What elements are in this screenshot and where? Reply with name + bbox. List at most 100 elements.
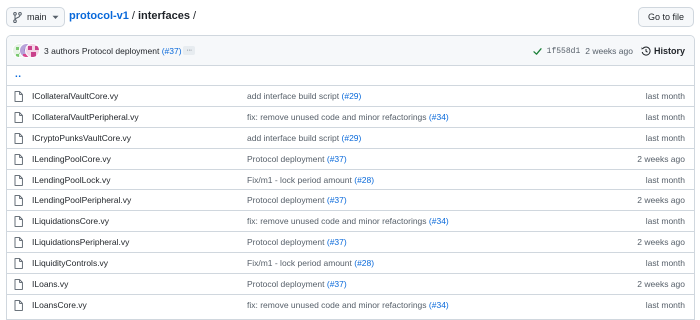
breadcrumb-separator: / [192,10,197,22]
file-browser: 3 authors Protocol deployment (#37) ··· … [6,35,695,320]
file-name-link[interactable]: ILoans.vy [32,279,68,289]
file-commit-message-link[interactable]: Protocol deployment [247,279,325,289]
table-row[interactable]: ILiquidationsCore.vy fix: remove unused c… [7,211,694,233]
file-commit-pr-link[interactable]: (#37) [327,154,347,164]
file-commit-message-link[interactable]: fix: remove unused code and minor refact… [247,216,427,226]
breadcrumb-current-dir: interfaces [137,10,190,22]
commit-time: 2 weeks ago [585,46,633,56]
file-commit-time: last month [645,91,685,101]
file-icon [14,237,23,249]
file-commit-message-link[interactable]: add interface build script [247,133,339,143]
avatar [25,43,40,58]
commit-authors[interactable]: 3 authors [44,46,79,56]
file-commit-message: Protocol deployment (#37) [247,195,347,205]
file-name-link[interactable]: ILoansCore.vy [32,300,87,310]
file-commit-time: 2 weeks ago [637,279,685,290]
file-icon [14,258,23,269]
expand-commit-button[interactable]: ··· [183,46,195,55]
file-commit-pr-link[interactable]: (#34) [429,112,449,122]
file-commit-time: last month [645,216,685,227]
latest-commit-summary: 3 authors Protocol deployment (#37) [44,46,182,56]
commit-pr-link[interactable]: (#37) [162,46,182,56]
repo-toolbar: main protocol-v1 / interfaces / Go to fi… [0,0,700,34]
file-icon [14,132,23,144]
parent-directory-link[interactable]: .. [15,69,22,80]
file-name-link[interactable]: ILiquidationsPeripheral.vy [32,237,129,247]
file-commit-message-link[interactable]: Fix/m1 - lock period amount [247,175,352,185]
file-commit-message-link[interactable]: Protocol deployment [247,154,325,164]
check-icon[interactable] [532,47,542,56]
file-name-link[interactable]: ILiquidationsCore.vy [32,216,109,226]
file-commit-message-link[interactable]: Protocol deployment [247,237,325,247]
table-row[interactable]: ILiquidityControls.vy Fix/m1 - lock perio… [7,253,694,275]
file-commit-message: Protocol deployment (#37) [247,237,347,247]
file-commit-pr-link[interactable]: (#28) [354,175,374,185]
file-commit-message: Fix/m1 - lock period amount (#28) [247,175,374,185]
file-commit-time: last month [645,132,685,143]
file-commit-message-link[interactable]: fix: remove unused code and minor refact… [247,112,427,122]
file-commit-message: add interface build script (#29) [247,133,361,143]
file-commit-message-link[interactable]: Fix/m1 - lock period amount [247,258,352,268]
table-row[interactable]: ILiquidationsPeripheral.vy Protocol deplo… [7,232,694,254]
file-commit-pr-link[interactable]: (#34) [429,300,449,310]
history-clock-icon [641,46,651,56]
branch-selector-button[interactable]: main [6,7,65,27]
file-commit-message: Protocol deployment (#37) [247,279,347,289]
branch-name: main [27,12,47,22]
file-commit-time: last month [645,299,685,310]
commit-message[interactable]: Protocol deployment [82,46,160,56]
file-icon [14,174,23,186]
table-row[interactable]: ILoansCore.vy fix: remove unused code and… [7,295,694,316]
file-commit-time: 2 weeks ago [637,153,685,164]
file-commit-pr-link[interactable]: (#34) [429,216,449,226]
file-commit-time: 2 weeks ago [637,195,685,206]
table-row[interactable]: ILoans.vy Protocol deployment (#37) 2 week… [7,274,694,295]
file-icon [14,300,23,311]
author-avatars[interactable] [12,43,40,59]
history-link[interactable]: History [641,46,685,56]
file-name-link[interactable]: ICollateralVaultPeripheral.vy [32,112,139,122]
file-commit-time: last month [645,174,685,185]
breadcrumb-repo-link[interactable]: protocol-v1 [69,10,129,22]
file-list: ICollateralVaultCore.vy add interface bui… [7,86,694,316]
file-name-link[interactable]: ILendingPoolCore.vy [32,154,111,164]
file-commit-message-link[interactable]: Protocol deployment [247,195,325,205]
parent-directory-row[interactable]: .. [7,66,694,86]
file-commit-message: fix: remove unused code and minor refact… [247,216,449,226]
file-icon [14,91,23,102]
file-commit-message: Protocol deployment (#37) [247,154,347,164]
file-name-link[interactable]: ICryptoPunksVaultCore.vy [32,133,131,143]
commit-meta: 1f558d1 2 weeks ago History [532,36,694,66]
file-commit-pr-link[interactable]: (#37) [327,195,347,205]
breadcrumb: protocol-v1 / interfaces / [69,10,199,22]
file-icon [14,112,23,123]
file-commit-message: fix: remove unused code and minor refact… [247,112,449,122]
file-commit-pr-link[interactable]: (#37) [327,279,347,289]
file-commit-message-link[interactable]: add interface build script [247,91,339,101]
table-row[interactable]: ICollateralVaultPeripheral.vy fix: remove… [7,107,694,128]
file-commit-pr-link[interactable]: (#28) [354,258,374,268]
file-commit-message-link[interactable]: fix: remove unused code and minor refact… [247,300,427,310]
file-commit-pr-link[interactable]: (#37) [327,237,347,247]
table-row[interactable]: ICryptoPunksVaultCore.vy add interface bu… [7,128,694,149]
commit-sha-link[interactable]: 1f558d1 [547,47,581,56]
file-name-link[interactable]: ILiquidityControls.vy [32,258,108,268]
table-row[interactable]: ILendingPoolPeripheral.vy Protocol deploy… [7,190,694,212]
table-row[interactable]: ILendingPoolLock.vy Fix/m1 - lock period … [7,170,694,191]
file-name-link[interactable]: ILendingPoolLock.vy [32,175,110,185]
file-icon [14,216,23,228]
file-commit-message: add interface build script (#29) [247,91,361,101]
file-commit-pr-link[interactable]: (#29) [342,133,362,143]
file-commit-time: last month [645,258,685,269]
table-row[interactable]: ICollateralVaultCore.vy add interface bui… [7,86,694,107]
file-name-link[interactable]: ILendingPoolPeripheral.vy [32,195,131,205]
file-commit-pr-link[interactable]: (#29) [342,91,362,101]
file-commit-time: 2 weeks ago [637,237,685,248]
history-label: History [653,46,685,56]
file-commit-message: fix: remove unused code and minor refact… [247,300,449,310]
file-commit-message: Fix/m1 - lock period amount (#28) [247,258,374,268]
go-to-file-button[interactable]: Go to file [638,7,694,27]
file-name-link[interactable]: ICollateralVaultCore.vy [32,91,118,101]
git-branch-icon [13,11,22,23]
table-row[interactable]: ILendingPoolCore.vy Protocol deployment (… [7,149,694,170]
